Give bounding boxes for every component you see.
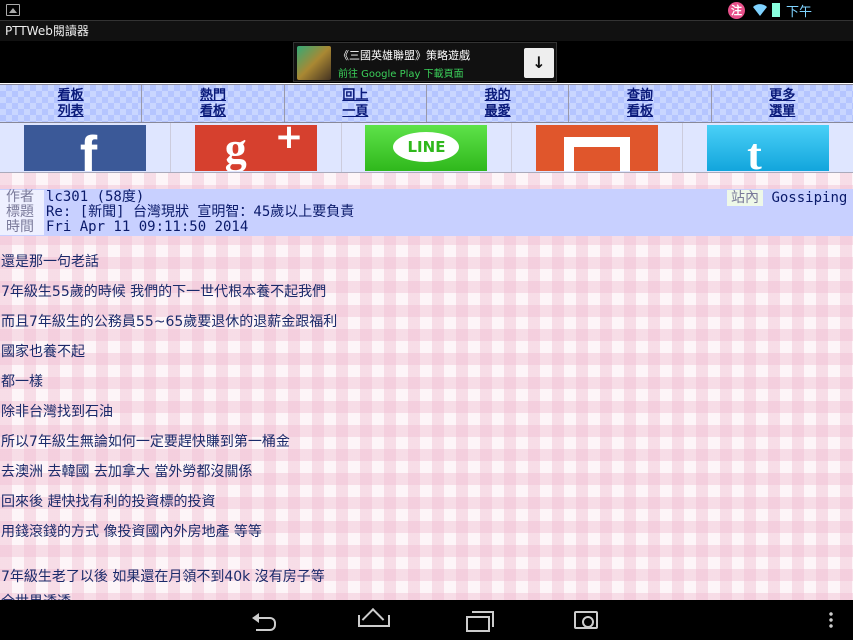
time-row: 時間 Fri Apr 11 09:11:50 2014 [0, 220, 248, 235]
body-line: 而且7年級生的公務員55~65歲要退休的退薪金跟福利 [1, 314, 338, 330]
board-name: Gossiping [771, 190, 848, 206]
share-bar: f g + LINE t [0, 123, 853, 173]
gallery-notification-icon [6, 4, 20, 16]
board-info: 站內 Gossiping [727, 190, 848, 206]
line-share-button[interactable]: LINE [365, 124, 488, 171]
ad-banner[interactable]: 《三國英雄聯盟》策略遊戲 前往 Google Play 下載頁面 ↓ [293, 42, 557, 82]
tab-back[interactable]: 回上 一頁 [285, 85, 427, 122]
author-label: 作者 [0, 190, 44, 205]
facebook-icon: f [79, 125, 98, 171]
ad-game-icon [297, 46, 331, 80]
title-value: Re: [新聞] 台灣現狀 宣明智：45歲以上要負責 [46, 204, 355, 220]
home-icon[interactable] [358, 611, 390, 627]
recent-apps-icon[interactable] [466, 611, 494, 632]
twitter-share-button[interactable]: t [707, 124, 830, 171]
ad-bar: 《三國英雄聯盟》策略遊戲 前往 Google Play 下載頁面 ↓ [0, 41, 853, 83]
download-icon[interactable]: ↓ [524, 48, 554, 78]
body-line: 所以7年級生無論如何一定要趕快賺到第一桶金 [1, 434, 290, 450]
title-label: 標題 [0, 205, 44, 220]
app-title: PTTWeb閱讀器 [0, 20, 853, 41]
article-header: 作者 lc301 (58度) 站內 Gossiping 標題 Re: [新聞] 台灣… [0, 189, 853, 236]
body-line: 7年級生55歲的時候 我們的下一世代根本養不起我們 [1, 284, 327, 300]
body-line: 除非台灣找到石油 [1, 404, 113, 420]
body-line: 全世界透透 [1, 591, 71, 600]
plurk-icon [564, 136, 631, 171]
twitter-icon: t [747, 129, 762, 171]
time-value: Fri Apr 11 09:11:50 2014 [46, 219, 249, 235]
body-line: 去澳洲 去韓國 去加拿大 當外勞都沒關係 [1, 464, 253, 480]
back-icon[interactable] [252, 611, 280, 631]
overflow-menu-icon[interactable] [829, 611, 833, 629]
tab-board-list[interactable]: 看板 列表 [0, 85, 143, 122]
line-icon: LINE [393, 131, 460, 162]
google-plus-share-button[interactable]: g + [194, 124, 317, 171]
body-line: 7年級生老了以後 如果還在月領不到40k 沒有房子等 [1, 569, 325, 585]
system-navigation-bar [0, 600, 853, 640]
battery-icon [772, 3, 780, 17]
status-bar: 注 下午 11:21 [0, 0, 853, 35]
author-row: 作者 lc301 (58度) [0, 190, 144, 205]
wifi-icon [753, 4, 767, 16]
google-plus-icon: g [224, 124, 247, 171]
plurk-share-button[interactable] [536, 124, 659, 171]
tab-favorites[interactable]: 我的 最愛 [427, 85, 570, 122]
body-line: 回來後 趕快找有利的投資標的投資 [1, 494, 216, 510]
author-value: lc301 (58度) [46, 189, 145, 205]
article-view[interactable]: 作者 lc301 (58度) 站內 Gossiping 標題 Re: [新聞] 台灣… [0, 173, 853, 600]
tab-search-board[interactable]: 查詢 看板 [569, 85, 712, 122]
screenshot-camera-icon[interactable] [574, 611, 598, 629]
title-row: 標題 Re: [新聞] 台灣現狀 宣明智：45歲以上要負責 [0, 205, 354, 220]
board-label: 站內 [727, 190, 763, 206]
body-line: 都一樣 [1, 374, 43, 390]
ad-subtitle: 前往 Google Play 下載頁面 [338, 69, 464, 80]
body-line: 用錢滾錢的方式 像投資國內外房地產 等等 [1, 524, 262, 540]
tab-hot-boards[interactable]: 熱門 看板 [142, 85, 285, 122]
tab-more-menu[interactable]: 更多 選單 [712, 85, 853, 122]
body-line: 國家也養不起 [1, 344, 85, 360]
ad-title: 《三國英雄聯盟》策略遊戲 [338, 49, 470, 62]
nav-tabs: 看板 列表 熱門 看板 回上 一頁 我的 最愛 查詢 看板 更多 選單 [0, 84, 853, 123]
time-label: 時間 [0, 220, 44, 235]
body-line: 還是那一句老話 [1, 254, 99, 270]
facebook-share-button[interactable]: f [23, 124, 146, 171]
notification-badge-icon: 注 [728, 2, 745, 19]
